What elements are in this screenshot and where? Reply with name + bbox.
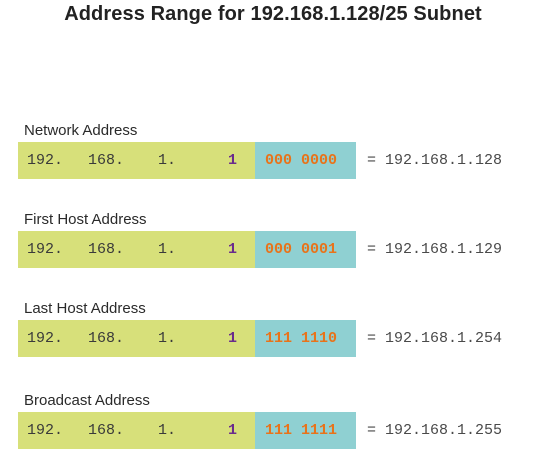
octet-1: 192. (27, 422, 64, 439)
address-bar: 192. 168. 1. 1 000 0000 (18, 142, 356, 179)
address-bar: 192. 168. 1. 1 111 1111 (18, 412, 356, 449)
decimal-result: = 192.168.1.255 (367, 422, 503, 439)
row-label: Network Address (24, 122, 138, 139)
octet-2: 168. (88, 330, 125, 347)
network-portion: 192. 168. 1. 1 (18, 412, 255, 449)
network-portion: 192. 168. 1. 1 (18, 320, 255, 357)
host-portion: 111 1110 (255, 320, 356, 357)
diagram-title: Address Range for 192.168.1.128/25 Subne… (64, 3, 482, 25)
address-bar: 192. 168. 1. 1 000 0001 (18, 231, 356, 268)
octet-1: 192. (27, 330, 64, 347)
host-bits: 000 0001 (265, 241, 338, 258)
network-portion: 192. 168. 1. 1 (18, 231, 255, 268)
host-portion: 000 0000 (255, 142, 356, 179)
octet-1: 192. (27, 241, 64, 258)
host-bits: 000 0000 (265, 152, 338, 169)
decimal-result: = 192.168.1.128 (367, 152, 503, 169)
octet-2: 168. (88, 422, 125, 439)
octet-3: 1. (158, 152, 177, 169)
network-bit: 1 (228, 152, 238, 169)
host-portion: 000 0001 (255, 231, 356, 268)
host-portion: 111 1111 (255, 412, 356, 449)
network-bit: 1 (228, 422, 238, 439)
host-bits: 111 1110 (265, 330, 338, 347)
row-label: Last Host Address (24, 300, 146, 317)
octet-2: 168. (88, 152, 125, 169)
octet-2: 168. (88, 241, 125, 258)
octet-3: 1. (158, 422, 177, 439)
octet-3: 1. (158, 330, 177, 347)
octet-1: 192. (27, 152, 64, 169)
row-label: First Host Address (24, 211, 147, 228)
decimal-result: = 192.168.1.254 (367, 330, 503, 347)
decimal-result: = 192.168.1.129 (367, 241, 503, 258)
row-label: Broadcast Address (24, 392, 150, 409)
network-bit: 1 (228, 330, 238, 347)
address-bar: 192. 168. 1. 1 111 1110 (18, 320, 356, 357)
host-bits: 111 1111 (265, 422, 338, 439)
network-portion: 192. 168. 1. 1 (18, 142, 255, 179)
octet-3: 1. (158, 241, 177, 258)
network-bit: 1 (228, 241, 238, 258)
